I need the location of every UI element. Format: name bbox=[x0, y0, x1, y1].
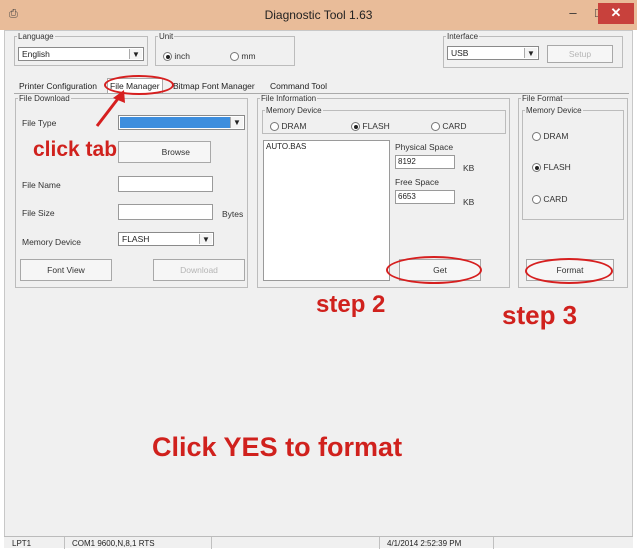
radio-selected-icon bbox=[163, 52, 172, 62]
annotation-circle-format bbox=[525, 258, 613, 284]
radio-selected-icon bbox=[351, 122, 360, 132]
language-value: English bbox=[22, 49, 50, 59]
annotation-step-2: step 2 bbox=[316, 291, 386, 318]
download-button[interactable]: Download bbox=[153, 259, 245, 281]
setup-button[interactable]: Setup bbox=[547, 45, 613, 63]
browse-button[interactable]: Browse bbox=[118, 141, 211, 163]
format-flash-radio[interactable]: FLASH bbox=[532, 162, 571, 173]
file-information-legend: File Information bbox=[261, 94, 317, 103]
file-type-selected-highlight bbox=[120, 117, 230, 128]
radio-icon bbox=[270, 122, 279, 132]
file-format-legend: File Format bbox=[522, 94, 563, 103]
free-kb-label: KB bbox=[463, 197, 475, 207]
free-space-value: 6653 bbox=[395, 190, 455, 204]
minimize-button[interactable]: – bbox=[560, 3, 586, 24]
interface-value: USB bbox=[451, 48, 469, 58]
language-select[interactable]: English ▼ bbox=[18, 47, 144, 61]
status-com: COM1 9600,N,8,1 RTS bbox=[72, 539, 155, 548]
status-separator bbox=[379, 537, 380, 549]
format-card-label: CARD bbox=[543, 194, 568, 204]
annotation-arrow bbox=[95, 90, 125, 127]
physical-space-value: 8192 bbox=[395, 155, 455, 169]
tab-bitmap-font-manager[interactable]: Bitmap Font Manager bbox=[171, 80, 257, 94]
radio-icon bbox=[532, 132, 541, 142]
tab-command-tool[interactable]: Command Tool bbox=[268, 80, 329, 94]
status-bar: LPT1 COM1 9600,N,8,1 RTS 4/1/2014 2:52:3… bbox=[4, 536, 633, 549]
format-dram-radio[interactable]: DRAM bbox=[532, 131, 569, 142]
close-button[interactable]: ✕ bbox=[598, 3, 634, 24]
file-list-item[interactable]: AUTO.BAS bbox=[266, 142, 387, 151]
free-space-label: Free Space bbox=[395, 177, 439, 187]
file-size-label: File Size bbox=[22, 208, 55, 218]
interface-legend: Interface bbox=[447, 32, 479, 41]
annotation-circle-get bbox=[386, 256, 482, 284]
unit-legend: Unit bbox=[159, 32, 174, 41]
interface-select[interactable]: USB ▼ bbox=[447, 46, 539, 60]
radio-icon bbox=[230, 52, 239, 62]
status-separator bbox=[493, 537, 494, 549]
info-flash-label: FLASH bbox=[362, 121, 390, 131]
annotation-step-3: step 3 bbox=[502, 300, 578, 330]
status-separator bbox=[211, 537, 212, 549]
chevron-down-icon: ▼ bbox=[199, 234, 212, 244]
unit-mm-radio[interactable]: mm bbox=[230, 51, 256, 62]
radio-icon bbox=[532, 195, 541, 205]
chevron-down-icon: ▼ bbox=[524, 48, 537, 58]
unit-inch-label: inch bbox=[174, 51, 190, 61]
physical-space-label: Physical Space bbox=[395, 142, 454, 152]
info-card-label: CARD bbox=[442, 121, 467, 131]
file-list[interactable]: AUTO.BAS bbox=[263, 140, 390, 281]
info-dram-radio[interactable]: DRAM bbox=[270, 121, 307, 132]
radio-icon bbox=[431, 122, 440, 132]
radio-selected-icon bbox=[532, 163, 541, 173]
info-dram-label: DRAM bbox=[281, 121, 307, 131]
format-memory-legend: Memory Device bbox=[526, 106, 582, 115]
unit-inch-radio[interactable]: inch bbox=[163, 51, 190, 62]
file-download-legend: File Download bbox=[19, 94, 70, 103]
tab-printer-configuration[interactable]: Printer Configuration bbox=[17, 80, 99, 94]
memory-device-value: FLASH bbox=[122, 234, 150, 244]
file-type-label: File Type bbox=[22, 118, 57, 128]
info-card-radio[interactable]: CARD bbox=[431, 121, 467, 132]
chevron-down-icon: ▼ bbox=[230, 117, 243, 128]
unit-mm-label: mm bbox=[241, 51, 256, 61]
bytes-label: Bytes bbox=[222, 209, 244, 219]
status-port: LPT1 bbox=[12, 539, 32, 548]
file-info-memory-legend: Memory Device bbox=[266, 106, 322, 115]
info-flash-radio[interactable]: FLASH bbox=[351, 121, 390, 132]
chevron-down-icon: ▼ bbox=[129, 49, 142, 59]
memory-device-select[interactable]: FLASH ▼ bbox=[118, 232, 214, 246]
physical-kb-label: KB bbox=[463, 163, 475, 173]
file-type-select[interactable]: ▼ bbox=[118, 115, 245, 130]
window-title: Diagnostic Tool 1.63 bbox=[264, 8, 373, 22]
status-datetime: 4/1/2014 2:52:39 PM bbox=[387, 539, 462, 548]
file-name-input[interactable] bbox=[118, 176, 213, 192]
status-separator bbox=[64, 537, 65, 549]
format-flash-label: FLASH bbox=[543, 162, 571, 172]
file-size-input[interactable] bbox=[118, 204, 213, 220]
language-legend: Language bbox=[18, 32, 54, 41]
font-view-button[interactable]: Font View bbox=[20, 259, 112, 281]
file-name-label: File Name bbox=[22, 180, 61, 190]
format-card-radio[interactable]: CARD bbox=[532, 194, 568, 205]
annotation-click-yes: Click YES to format bbox=[152, 432, 403, 462]
format-dram-label: DRAM bbox=[543, 131, 569, 141]
annotation-click-tab: click tab bbox=[33, 138, 118, 161]
memory-device-label: Memory Device bbox=[22, 237, 82, 247]
